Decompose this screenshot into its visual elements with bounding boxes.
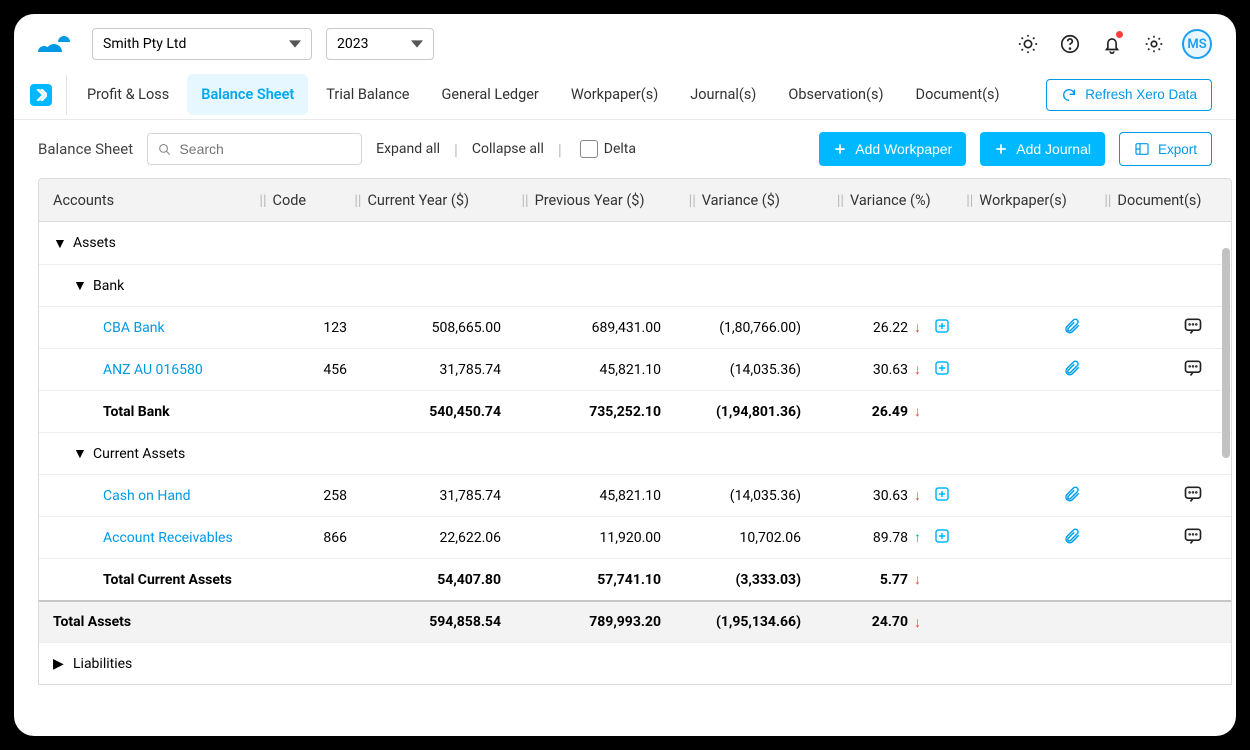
attachment-icon[interactable]	[1063, 485, 1081, 507]
search-input[interactable]	[179, 141, 351, 157]
row-liabilities[interactable]: ▶Liabilities	[39, 642, 1231, 684]
theme-toggle[interactable]	[1014, 30, 1042, 58]
refresh-xero-button[interactable]: Refresh Xero Data	[1046, 79, 1212, 111]
caret-down-icon: ▼	[73, 445, 85, 462]
chevron-down-icon	[411, 38, 423, 50]
row-total-current-assets: Total Current Assets 54,407.80 57,741.10…	[39, 558, 1231, 600]
tab-trial-balance[interactable]: Trial Balance	[312, 74, 423, 115]
account-link[interactable]: CBA Bank	[103, 320, 165, 336]
attachment-icon[interactable]	[1063, 359, 1081, 381]
arrow-down-icon: ↓	[914, 571, 921, 588]
add-workpaper-icon[interactable]	[933, 317, 951, 339]
row-account-receivables: Account Receivables 866 22,622.06 11,920…	[39, 516, 1231, 558]
settings-button[interactable]	[1140, 30, 1168, 58]
col-variance-amount[interactable]: Variance ($)	[702, 192, 835, 209]
col-accounts[interactable]: Accounts	[39, 192, 257, 209]
collapse-all[interactable]: Collapse all	[472, 141, 544, 157]
delta-checkbox[interactable]: Delta	[580, 140, 636, 158]
notifications-button[interactable]	[1098, 30, 1126, 58]
plus-icon	[833, 142, 847, 156]
app-logo	[38, 30, 78, 58]
arrow-down-icon: ↓	[914, 614, 921, 631]
plus-icon	[994, 142, 1008, 156]
add-workpaper-icon[interactable]	[933, 527, 951, 549]
tab-workpapers[interactable]: Workpaper(s)	[557, 74, 672, 115]
tab-documents[interactable]: Document(s)	[902, 74, 1014, 115]
tab-general-ledger[interactable]: General Ledger	[427, 74, 552, 115]
comment-icon[interactable]	[1183, 484, 1203, 508]
gear-icon	[1143, 33, 1165, 55]
row-cash-on-hand: Cash on Hand 258 31,785.74 45,821.10 (14…	[39, 474, 1231, 516]
row-bank[interactable]: ▼Bank	[39, 264, 1231, 306]
col-previous-year[interactable]: Previous Year ($)	[535, 192, 687, 209]
row-total-bank: Total Bank 540,450.74 735,252.10 (1,94,8…	[39, 390, 1231, 432]
add-workpaper-icon[interactable]	[933, 359, 951, 381]
account-link[interactable]: Cash on Hand	[103, 488, 191, 504]
notification-dot	[1116, 31, 1123, 38]
add-journal-button[interactable]: Add Journal	[980, 132, 1105, 166]
attachment-icon[interactable]	[1063, 317, 1081, 339]
user-avatar[interactable]: MS	[1182, 29, 1212, 59]
help-button[interactable]	[1056, 30, 1084, 58]
comment-icon[interactable]	[1183, 358, 1203, 382]
tab-observations[interactable]: Observation(s)	[774, 74, 897, 115]
arrow-down-icon: ↓	[914, 403, 921, 420]
search-input-wrapper[interactable]	[147, 133, 362, 165]
row-anz: ANZ AU 016580 456 31,785.74 45,821.10 (1…	[39, 348, 1231, 390]
account-link[interactable]: Account Receivables	[103, 530, 233, 546]
refresh-icon	[1061, 87, 1077, 103]
col-workpapers[interactable]: Workpaper(s)	[979, 192, 1102, 209]
comment-icon[interactable]	[1183, 316, 1203, 340]
comment-icon[interactable]	[1183, 526, 1203, 550]
row-cba-bank: CBA Bank 123 508,665.00 689,431.00 (1,80…	[39, 306, 1231, 348]
page-title: Balance Sheet	[38, 140, 133, 158]
tab-balance-sheet[interactable]: Balance Sheet	[187, 74, 308, 115]
expand-all[interactable]: Expand all	[376, 141, 440, 157]
export-icon	[1134, 141, 1150, 157]
search-icon	[158, 142, 171, 157]
caret-right-icon: ▶	[53, 656, 65, 672]
chevron-down-icon	[289, 38, 301, 50]
year-select-value: 2023	[337, 36, 368, 52]
arrow-down-icon: ↓	[914, 487, 921, 504]
chevron-right-icon	[35, 89, 47, 101]
sun-icon	[1017, 33, 1039, 55]
company-select[interactable]: Smith Pty Ltd	[92, 28, 312, 60]
table-header: Accounts ||Code ||Current Year ($) ||Pre…	[38, 178, 1232, 222]
year-select[interactable]: 2023	[326, 28, 434, 60]
checkbox-icon	[580, 140, 598, 158]
col-variance-percent[interactable]: Variance (%)	[850, 192, 964, 209]
caret-down-icon: ▼	[53, 235, 65, 252]
arrow-down-icon: ↓	[914, 319, 921, 336]
arrow-down-icon: ↓	[914, 361, 921, 378]
sidebar-toggle[interactable]	[30, 84, 52, 106]
col-documents[interactable]: Document(s)	[1117, 192, 1231, 209]
row-total-assets: Total Assets 594,858.54 789,993.20 (1,95…	[39, 600, 1231, 642]
add-workpaper-icon[interactable]	[933, 485, 951, 507]
caret-down-icon: ▼	[73, 277, 85, 294]
row-assets[interactable]: ▼Assets	[39, 222, 1231, 264]
help-icon	[1059, 33, 1081, 55]
add-workpaper-button[interactable]: Add Workpaper	[819, 132, 966, 166]
arrow-up-icon: ↑	[914, 529, 921, 546]
tab-journals[interactable]: Journal(s)	[676, 74, 770, 115]
col-code[interactable]: Code	[273, 192, 353, 209]
scrollbar-thumb[interactable]	[1222, 248, 1230, 458]
row-current-assets[interactable]: ▼Current Assets	[39, 432, 1231, 474]
company-select-value: Smith Pty Ltd	[103, 36, 186, 52]
attachment-icon[interactable]	[1063, 527, 1081, 549]
tab-profit-loss[interactable]: Profit & Loss	[73, 74, 183, 115]
export-button[interactable]: Export	[1119, 132, 1212, 166]
account-link[interactable]: ANZ AU 016580	[103, 362, 203, 378]
col-current-year[interactable]: Current Year ($)	[367, 192, 519, 209]
